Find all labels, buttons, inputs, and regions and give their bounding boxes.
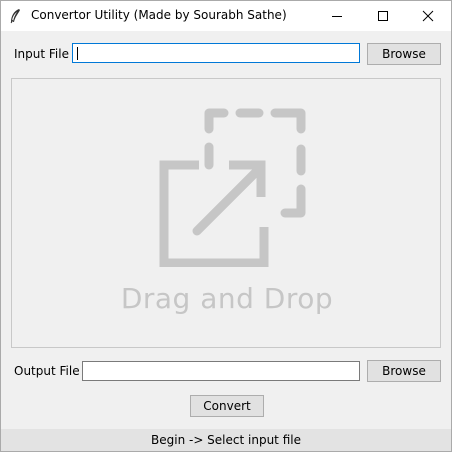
input-browse-button[interactable]: Browse <box>367 43 441 65</box>
app-window: Convertor Utility (Made by Sourabh Sathe… <box>0 0 452 452</box>
close-button[interactable] <box>405 1 451 31</box>
title-bar[interactable]: Convertor Utility (Made by Sourabh Sathe… <box>1 1 451 31</box>
feather-icon <box>10 9 20 24</box>
convert-button[interactable]: Convert <box>190 395 264 417</box>
minimize-button[interactable] <box>314 1 360 31</box>
minimize-icon <box>332 16 342 17</box>
close-icon <box>422 10 434 22</box>
output-file-field[interactable] <box>82 361 360 381</box>
drag-drop-zone[interactable]: Drag and Drop <box>11 78 441 348</box>
maximize-icon <box>378 11 388 21</box>
input-file-label: Input File <box>14 47 69 61</box>
drag-drop-text: Drag and Drop <box>120 282 334 315</box>
window-title: Convertor Utility (Made by Sourabh Sathe… <box>31 8 287 22</box>
maximize-button[interactable] <box>360 1 406 31</box>
output-browse-button[interactable]: Browse <box>367 360 441 382</box>
output-file-label: Output File <box>14 364 80 378</box>
input-file-field[interactable] <box>72 43 360 63</box>
status-bar: Begin -> Select input file <box>1 429 451 451</box>
drag-drop-icon <box>159 108 306 267</box>
text-caret <box>77 47 78 60</box>
